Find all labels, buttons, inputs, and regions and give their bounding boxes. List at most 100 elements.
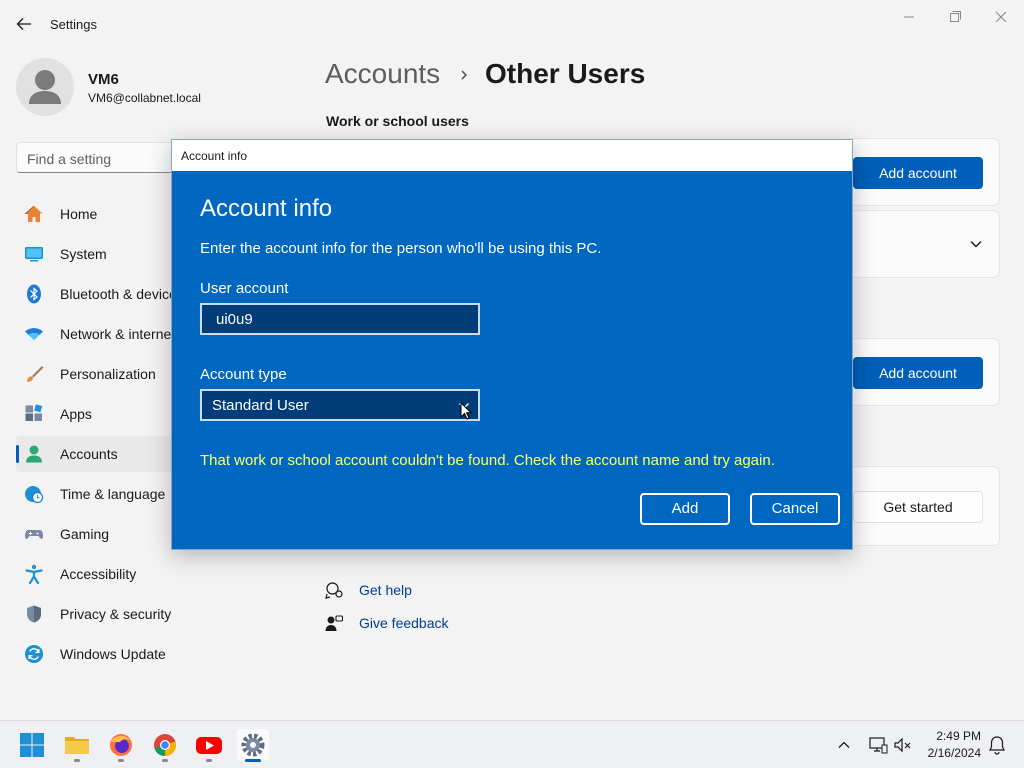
account-type-value: Standard User [212,397,309,414]
volume-muted-icon[interactable] [893,735,913,755]
mouse-cursor-icon [460,402,472,420]
firefox-icon [110,734,132,756]
sidebar-item-label: System [60,246,107,262]
sidebar-item-label: Home [60,206,98,222]
notification-bell-icon[interactable] [988,735,1006,755]
sidebar-item-privacy-security[interactable]: Privacy & security [16,596,176,632]
sidebar-item-personalization[interactable]: Personalization [16,356,176,392]
user-account-label: User account [200,280,289,297]
dialog-title-bar: Account info [172,140,852,171]
sidebar-item-label: Windows Update [60,646,166,662]
work-school-card: Add account [840,138,1000,206]
dialog-heading: Account info [200,195,333,222]
title-bar: Settings [0,0,1024,48]
chevron-down-icon[interactable] [969,239,983,249]
file-explorer-icon [65,737,89,754]
user-email: VM6@collabnet.local [88,91,201,105]
sidebar-item-label: Apps [60,406,92,422]
window-title: Settings [50,17,97,32]
home-icon [24,205,43,222]
close-icon[interactable] [978,6,1024,28]
sidebar-item-label: Accessibility [60,566,137,582]
search-placeholder: Find a setting [27,151,112,167]
sidebar-item-apps[interactable]: Apps [16,396,176,432]
apps-icon [25,404,43,421]
sidebar-item-accounts[interactable]: Accounts [16,436,176,472]
add-other-user-button[interactable]: Add account [853,357,983,389]
sidebar-item-system[interactable]: System [16,236,176,272]
running-indicator [118,759,124,762]
back-arrow-icon[interactable] [14,14,34,34]
give-feedback-link[interactable]: Give feedback [359,615,449,631]
taskbar-youtube[interactable] [193,729,225,762]
section-heading-work-school: Work or school users [326,113,469,129]
globe-clock-icon [25,486,44,504]
sidebar-item-windows-update[interactable]: Windows Update [16,636,176,672]
gamepad-icon [25,530,43,539]
sidebar-item-gaming[interactable]: Gaming [16,516,176,552]
accessibility-icon [25,564,43,584]
expandable-card[interactable] [840,210,1000,278]
minimize-icon[interactable] [886,6,932,28]
taskbar-file-explorer[interactable] [61,729,93,762]
search-input[interactable]: Find a setting [16,142,186,173]
kiosk-card: Get started [840,466,1000,546]
user-avatar-icon [29,70,61,104]
breadcrumb-parent[interactable]: Accounts [325,58,440,90]
bluetooth-icon [27,284,41,304]
avatar[interactable] [16,58,74,116]
sidebar-item-label: Network & internet [60,326,176,342]
sidebar-item-home[interactable]: Home [16,196,176,232]
dialog-body: Account info Enter the account info for … [172,171,852,549]
other-users-card: Add account [840,338,1000,406]
taskbar: 2:49 PM 2/16/2024 [0,720,1024,768]
active-indicator [16,445,19,463]
person-icon [26,445,42,463]
user-account-field[interactable] [200,303,480,335]
add-work-account-button[interactable]: Add account [853,157,983,189]
cancel-button[interactable]: Cancel [750,493,840,525]
sidebar-item-label: Gaming [60,526,110,542]
start-button[interactable] [16,729,48,761]
sidebar-item-time-language[interactable]: Time & language [16,476,176,512]
get-started-button[interactable]: Get started [853,491,983,523]
account-info-dialog: Account info Account info Enter the acco… [171,139,853,550]
sidebar-item-label: Time & language [60,486,166,502]
sidebar-item-label: Bluetooth & devices [60,286,184,302]
chevron-right-icon [461,70,468,80]
restore-icon[interactable] [932,6,978,28]
chrome-icon [154,734,177,757]
taskbar-chrome[interactable] [149,729,181,762]
wifi-icon [25,328,43,340]
running-indicator [206,759,212,762]
update-icon [25,645,43,663]
account-type-label: Account type [200,366,287,383]
youtube-icon [196,737,222,754]
help-icon [325,582,343,599]
error-message: That work or school account couldn't be … [200,452,775,469]
sidebar-item-label: Personalization [60,366,156,382]
feedback-icon [325,615,343,631]
taskbar-firefox[interactable] [105,729,137,762]
brush-icon [27,366,44,382]
running-indicator [74,759,80,762]
chevron-up-icon[interactable] [836,737,852,753]
active-indicator [245,759,261,762]
dialog-description: Enter the account info for the person wh… [200,240,602,257]
taskbar-settings[interactable] [237,729,269,762]
add-button[interactable]: Add [640,493,730,525]
start-icon [20,733,44,757]
page-title: Other Users [485,58,646,89]
sidebar-item-bluetooth[interactable]: Bluetooth & devices [16,276,184,312]
dialog-window-title: Account info [181,149,248,163]
running-indicator [162,759,168,762]
get-help-link[interactable]: Get help [359,582,412,598]
sidebar-item-network[interactable]: Network & internet [16,316,176,352]
account-type-select[interactable]: Standard User [200,389,480,421]
clock-time[interactable]: 2:49 PM [925,729,981,743]
network-icon[interactable] [868,735,888,755]
sidebar-item-accessibility[interactable]: Accessibility [16,556,176,592]
settings-icon [241,733,265,757]
clock-date[interactable]: 2/16/2024 [921,746,981,760]
user-name: VM6 [88,71,119,88]
